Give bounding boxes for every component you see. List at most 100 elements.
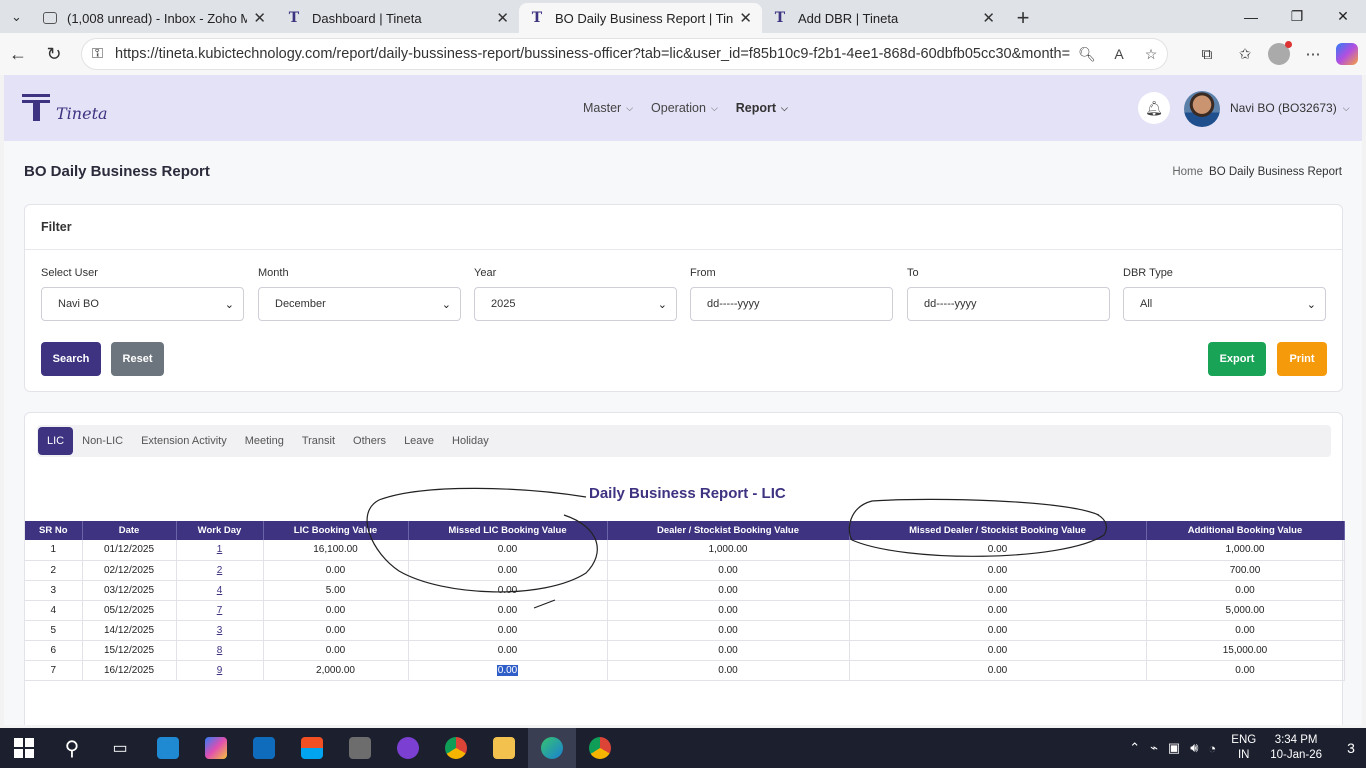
filter-card: Filter Select User Navi BO ⌄ Month Decemb…	[24, 204, 1343, 392]
cell-missed-lic: 0.00	[408, 640, 608, 661]
copilot-icon[interactable]	[1336, 43, 1358, 65]
restore-icon[interactable]: ❐	[1274, 0, 1320, 33]
tab-non-lic[interactable]: Non-LIC	[73, 427, 132, 455]
calculator-icon[interactable]	[336, 728, 384, 768]
col-work-day[interactable]: Work Day	[176, 521, 264, 540]
language-indicator[interactable]: ENG IN	[1231, 733, 1256, 763]
notification-center[interactable]: 3	[1336, 740, 1366, 756]
browser-tab-add-dbr[interactable]: T Add DBR | Tineta ✕	[762, 3, 1005, 33]
month-dropdown[interactable]: December ⌄	[258, 287, 461, 321]
selected-text[interactable]: 0.00	[496, 664, 519, 676]
from-date-input[interactable]: dd-----yyyy	[690, 287, 893, 321]
url-text[interactable]: https://tineta.kubictechnology.com/repor…	[115, 46, 1071, 62]
work-day-link[interactable]: 7	[217, 605, 223, 616]
tineta-icon: T	[288, 10, 300, 26]
work-day-link[interactable]: 2	[217, 565, 223, 576]
address-bar[interactable]: ⚿ https://tineta.kubictechnology.com/rep…	[81, 38, 1168, 70]
notification-bell-icon[interactable]: 🔔︎	[1138, 92, 1170, 124]
chrome-icon-2[interactable]	[576, 728, 624, 768]
col-missed-lic-booking[interactable]: Missed LIC Booking Value	[408, 521, 608, 540]
back-arrow-icon[interactable]: ←	[0, 36, 36, 72]
task-view-icon[interactable]: ▭	[96, 728, 144, 768]
work-day-link[interactable]: 4	[217, 585, 223, 596]
nav-master[interactable]: Master ⌵	[583, 101, 633, 115]
start-windows-icon[interactable]	[0, 728, 48, 768]
window-close-icon[interactable]: ✕	[1320, 0, 1366, 33]
work-day-link[interactable]: 9	[217, 665, 223, 676]
browser-tab-bo-report[interactable]: T BO Daily Business Report | Tineta ✕	[519, 3, 762, 33]
wifi-icon[interactable]: ◔	[1208, 741, 1216, 756]
search-button[interactable]: Search	[41, 342, 101, 376]
minimize-icon[interactable]: —	[1228, 0, 1274, 33]
tab-extension-activity[interactable]: Extension Activity	[132, 427, 236, 455]
profile-avatar-icon[interactable]	[1268, 41, 1292, 65]
search-icon[interactable]: ⚲	[48, 728, 96, 768]
favorites-icon[interactable]: ✩	[1230, 39, 1260, 69]
tab-close-icon[interactable]: ✕	[739, 9, 752, 27]
tab-lic[interactable]: LIC	[38, 427, 74, 455]
reset-button[interactable]: Reset	[111, 342, 164, 376]
export-button[interactable]: Export	[1208, 342, 1266, 376]
col-date[interactable]: Date	[82, 521, 177, 540]
read-aloud-icon[interactable]: A	[1103, 46, 1135, 62]
year-dropdown[interactable]: 2025 ⌄	[474, 287, 677, 321]
work-day-link[interactable]: 3	[217, 625, 223, 636]
cell-missed-dealer: 0.00	[849, 620, 1147, 641]
browser-tab-dashboard[interactable]: T Dashboard | Tineta ✕	[276, 3, 519, 33]
to-date-input[interactable]: dd-----yyyy	[907, 287, 1110, 321]
tab-meeting[interactable]: Meeting	[236, 427, 293, 455]
chevron-up-icon[interactable]: ⌃	[1129, 740, 1140, 756]
select-user-dropdown[interactable]: Navi BO ⌄	[41, 287, 244, 321]
browser-tab-inbox[interactable]: (1,008 unread) - Inbox - Zoho Ma ✕	[33, 3, 276, 33]
select-user-field: Select User Navi BO ⌄	[41, 267, 244, 321]
tab-others[interactable]: Others	[344, 427, 395, 455]
chrome-icon[interactable]	[432, 728, 480, 768]
edge-icon[interactable]	[528, 728, 576, 768]
outlook-icon[interactable]	[240, 728, 288, 768]
cell-date: 02/12/2025	[82, 560, 177, 581]
breadcrumb-home[interactable]: Home	[1172, 166, 1203, 178]
cell-sr-no: 4	[25, 600, 83, 621]
tab-holiday[interactable]: Holiday	[443, 427, 498, 455]
tab-transit[interactable]: Transit	[293, 427, 344, 455]
site-info-icon[interactable]: ⚿	[92, 46, 103, 62]
refresh-icon[interactable]: ↻	[36, 36, 72, 72]
col-additional-booking[interactable]: Additional Booking Value	[1146, 521, 1345, 540]
nav-report[interactable]: Report ⌵	[736, 101, 788, 115]
network-icon[interactable]: ⌁	[1150, 740, 1158, 756]
volume-icon[interactable]: 🔊︎	[1190, 740, 1198, 756]
new-tab-plus-icon[interactable]: +	[1005, 3, 1041, 33]
cell-date: 01/12/2025	[82, 540, 177, 561]
cell-dealer-booking: 0.00	[607, 620, 850, 641]
tineta-logo[interactable]: Tineta	[22, 92, 108, 123]
zoom-icon[interactable]: 🔍︎	[1071, 46, 1103, 63]
user-avatar[interactable]	[1184, 91, 1220, 127]
col-sr-no[interactable]: SR No	[25, 521, 83, 540]
tab-close-icon[interactable]: ✕	[253, 9, 266, 27]
logo-text: Tineta	[56, 104, 108, 123]
nav-operation[interactable]: Operation ⌵	[651, 101, 718, 115]
store-icon[interactable]	[288, 728, 336, 768]
display-icon[interactable]: ▣	[1168, 740, 1180, 756]
tab-leave[interactable]: Leave	[395, 427, 443, 455]
tab-close-icon[interactable]: ✕	[496, 9, 509, 27]
clock[interactable]: 3:34 PM 10-Jan-26	[1270, 733, 1322, 763]
print-button[interactable]: Print	[1277, 342, 1327, 376]
work-day-link[interactable]: 1	[217, 544, 223, 555]
favorite-star-icon[interactable]: ☆	[1135, 46, 1167, 63]
tab-actions-chevron-icon[interactable]: ⌄	[0, 0, 33, 33]
lang-code: ENG	[1231, 734, 1257, 746]
game-app-icon[interactable]	[384, 728, 432, 768]
file-explorer-icon[interactable]	[480, 728, 528, 768]
tab-close-icon[interactable]: ✕	[982, 9, 995, 27]
work-day-link[interactable]: 8	[217, 645, 223, 656]
copilot-app-icon[interactable]	[192, 728, 240, 768]
col-missed-dealer-booking[interactable]: Missed Dealer / Stockist Booking Value	[849, 521, 1147, 540]
col-lic-booking[interactable]: LIC Booking Value	[263, 521, 409, 540]
vscode-icon[interactable]	[144, 728, 192, 768]
user-menu[interactable]: Navi BO (BO32673) ⌵	[1230, 101, 1350, 115]
more-menu-icon[interactable]: ⋯	[1298, 39, 1328, 69]
dbr-type-dropdown[interactable]: All ⌄	[1123, 287, 1326, 321]
extensions-icon[interactable]: ⧉	[1192, 39, 1222, 69]
col-dealer-booking[interactable]: Dealer / Stockist Booking Value	[607, 521, 850, 540]
